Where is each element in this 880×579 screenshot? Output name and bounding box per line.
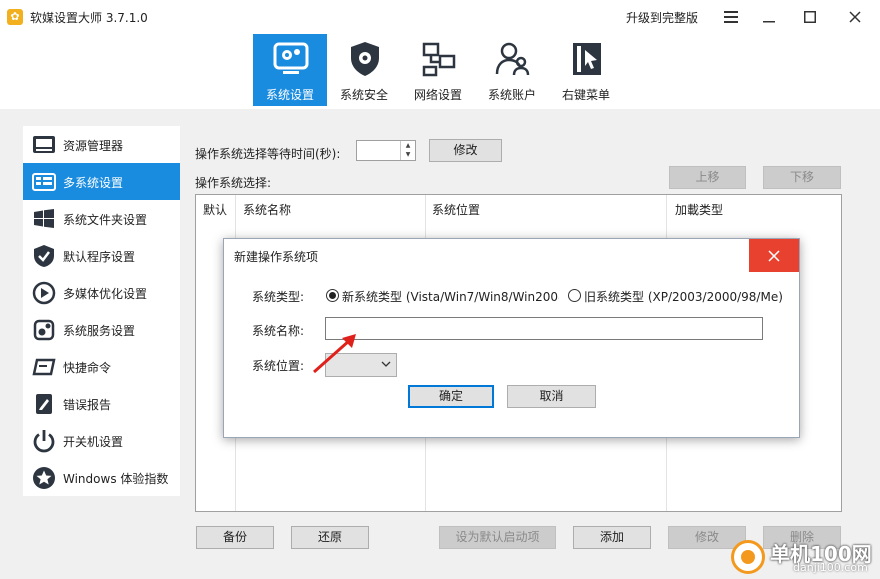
sidebar-item-label: 开关机设置 (63, 435, 124, 449)
sidebar-item-label: 系统服务设置 (63, 324, 136, 338)
sidebar-item-shortcut[interactable]: 快捷命令 (23, 348, 180, 385)
app-title: 软媒设置大师 3.7.1.0 (30, 11, 148, 25)
stepper-arrows[interactable]: ▲ ▼ (400, 141, 415, 160)
sidebar: 资源管理器 多系统设置 系统文件夹设置 默认程序设置 多媒体优化设置 系统服务设… (23, 126, 180, 496)
sidebar-item-label: 多媒体优化设置 (63, 287, 148, 301)
add-button[interactable]: 添加 (573, 526, 651, 549)
sidebar-item-label: 资源管理器 (63, 139, 124, 153)
dialog-title: 新建操作系统项 (234, 250, 319, 264)
sidebar-item-default-program[interactable]: 默认程序设置 (23, 237, 180, 274)
sidebar-item-label: 系统文件夹设置 (63, 213, 148, 227)
move-down-button[interactable]: 下移 (763, 166, 841, 189)
system-location-label: 系统位置: (252, 359, 305, 373)
confirm-button[interactable]: 确定 (408, 385, 494, 408)
network-icon (422, 42, 456, 77)
default-program-icon (34, 245, 54, 267)
system-settings-icon (273, 42, 309, 74)
windows-folder-icon (34, 209, 54, 228)
cancel-button[interactable]: 取消 (507, 385, 596, 408)
power-icon (33, 430, 55, 453)
os-select-label: 操作系统选择: (195, 176, 272, 190)
column-header-load-type[interactable]: 加載类型 (675, 201, 723, 218)
sidebar-item-label: Windows 体验指数 (63, 472, 169, 486)
system-name-input[interactable] (325, 317, 763, 340)
spin-up-icon[interactable]: ▲ (401, 141, 415, 150)
minimize-icon[interactable] (754, 2, 784, 32)
star-icon (33, 467, 55, 489)
main-toolbar: 系统设置 系统安全 网络设置 系统账户 右键菜单 (0, 34, 880, 143)
annotation-arrow-icon (313, 334, 356, 374)
tab-system-security[interactable]: 系统安全 (327, 34, 401, 106)
new-type-label[interactable]: 新系统类型 (Vista/Win7/Win8/Win2008 (342, 288, 559, 305)
sidebar-item-multi-system[interactable]: 多系统设置 (23, 163, 180, 200)
tab-label: 网络设置 (413, 88, 462, 102)
sidebar-item-label: 快捷命令 (63, 361, 112, 375)
dialog-close-button[interactable] (749, 239, 799, 272)
app-logo-icon: ✿ (7, 9, 23, 25)
error-report-icon (36, 394, 52, 414)
column-header-name[interactable]: 系统名称 (243, 201, 291, 218)
old-type-radio[interactable] (568, 289, 581, 302)
watermark-logo-icon (731, 540, 765, 574)
sidebar-item-label: 错误报告 (63, 398, 112, 412)
tab-system-settings[interactable]: 系统设置 (253, 34, 327, 106)
sidebar-item-explorer[interactable]: 资源管理器 (23, 126, 180, 163)
chevron-down-icon (381, 361, 391, 367)
set-default-button[interactable]: 设为默认启动项 (439, 526, 556, 549)
sidebar-item-system-service[interactable]: 系统服务设置 (23, 311, 180, 348)
close-icon[interactable] (840, 2, 870, 32)
system-type-label: 系统类型: (252, 290, 305, 304)
sidebar-item-windows-experience[interactable]: Windows 体验指数 (23, 459, 180, 496)
maximize-icon[interactable] (795, 2, 825, 32)
wait-time-stepper[interactable]: ▲ ▼ (356, 140, 416, 161)
tab-label: 右键菜单 (561, 88, 610, 102)
sidebar-item-label: 多系统设置 (63, 176, 124, 190)
wait-time-label: 操作系统选择等待时间(秒): (195, 147, 341, 161)
system-name-label: 系统名称: (252, 324, 305, 338)
users-icon (495, 42, 530, 76)
backup-button[interactable]: 备份 (196, 526, 274, 549)
tab-label: 系统安全 (339, 88, 388, 102)
tab-network-settings[interactable]: 网络设置 (401, 34, 475, 106)
explorer-icon (33, 136, 55, 153)
shield-gear-icon (351, 42, 379, 76)
sidebar-item-multimedia[interactable]: 多媒体优化设置 (23, 274, 180, 311)
old-type-label[interactable]: 旧系统类型 (XP/2003/2000/98/Me) (584, 288, 783, 305)
sidebar-item-power[interactable]: 开关机设置 (23, 422, 180, 459)
title-bar: ✿ 软媒设置大师 3.7.1.0 升级到完整版 (0, 0, 880, 34)
new-type-radio[interactable] (326, 289, 339, 302)
sidebar-item-system-folder[interactable]: 系统文件夹设置 (23, 200, 180, 237)
watermark-subtext: danji100.com (793, 561, 868, 574)
modify-wait-button[interactable]: 修改 (429, 139, 502, 162)
move-up-button[interactable]: 上移 (669, 166, 746, 189)
service-icon (33, 319, 55, 341)
tab-label: 系统设置 (265, 88, 314, 102)
multimedia-icon (32, 281, 56, 305)
sidebar-item-label: 默认程序设置 (63, 250, 136, 264)
restore-button[interactable]: 还原 (291, 526, 369, 549)
tab-context-menu[interactable]: 右键菜单 (549, 34, 623, 106)
tab-system-accounts[interactable]: 系统账户 (475, 34, 549, 106)
multi-system-icon (32, 173, 56, 191)
spin-down-icon[interactable]: ▼ (401, 150, 415, 159)
tab-label: 系统账户 (487, 88, 536, 102)
shortcut-icon (32, 358, 56, 376)
menu-icon[interactable] (716, 2, 746, 32)
close-icon (768, 249, 780, 262)
column-header-default[interactable]: 默认 (203, 201, 227, 218)
column-header-location[interactable]: 系统位置 (432, 201, 480, 218)
sidebar-item-error-report[interactable]: 错误报告 (23, 385, 180, 422)
upgrade-link[interactable]: 升级到完整版 (626, 9, 698, 26)
cursor-menu-icon (573, 43, 601, 75)
